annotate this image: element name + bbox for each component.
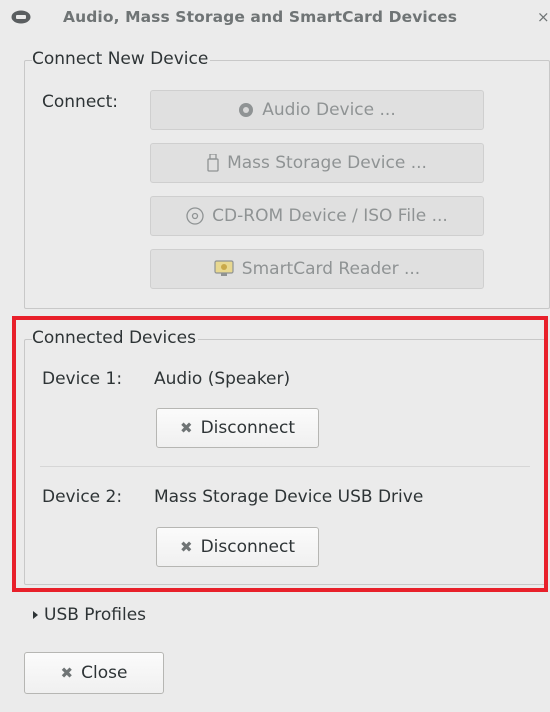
cdrom-icon xyxy=(186,207,204,225)
window-title: Audio, Mass Storage and SmartCard Device… xyxy=(63,8,458,26)
close-icon: ✖ xyxy=(60,664,74,682)
mass-storage-device-label: Mass Storage Device ... xyxy=(227,153,427,173)
smartcard-reader-button[interactable]: SmartCard Reader ... xyxy=(150,249,484,289)
close-button[interactable]: ✖ Close xyxy=(24,652,164,694)
audio-device-button[interactable]: Audio Device ... xyxy=(150,90,484,130)
cdrom-device-label: CD-ROM Device / ISO File ... xyxy=(212,206,448,226)
connect-new-device-label: Connect New Device xyxy=(32,49,211,69)
usb-profiles-label: USB Profiles xyxy=(44,605,147,625)
audio-device-label: Audio Device ... xyxy=(262,100,396,120)
connect-label: Connect: xyxy=(42,92,119,112)
title-bar: Audio, Mass Storage and SmartCard Device… xyxy=(0,0,550,38)
close-label: Close xyxy=(81,663,128,683)
expander-arrow-icon xyxy=(33,611,38,619)
close-window-button[interactable]: × xyxy=(537,8,550,26)
smartcard-icon xyxy=(214,260,234,276)
speaker-icon xyxy=(239,103,254,117)
mass-storage-device-button[interactable]: Mass Storage Device ... xyxy=(150,143,484,183)
usb-icon xyxy=(11,10,31,24)
smartcard-reader-label: SmartCard Reader ... xyxy=(241,259,421,279)
connected-devices-highlight xyxy=(12,316,548,592)
cdrom-device-button[interactable]: CD-ROM Device / ISO File ... xyxy=(150,196,484,236)
usb-drive-icon xyxy=(207,154,219,172)
